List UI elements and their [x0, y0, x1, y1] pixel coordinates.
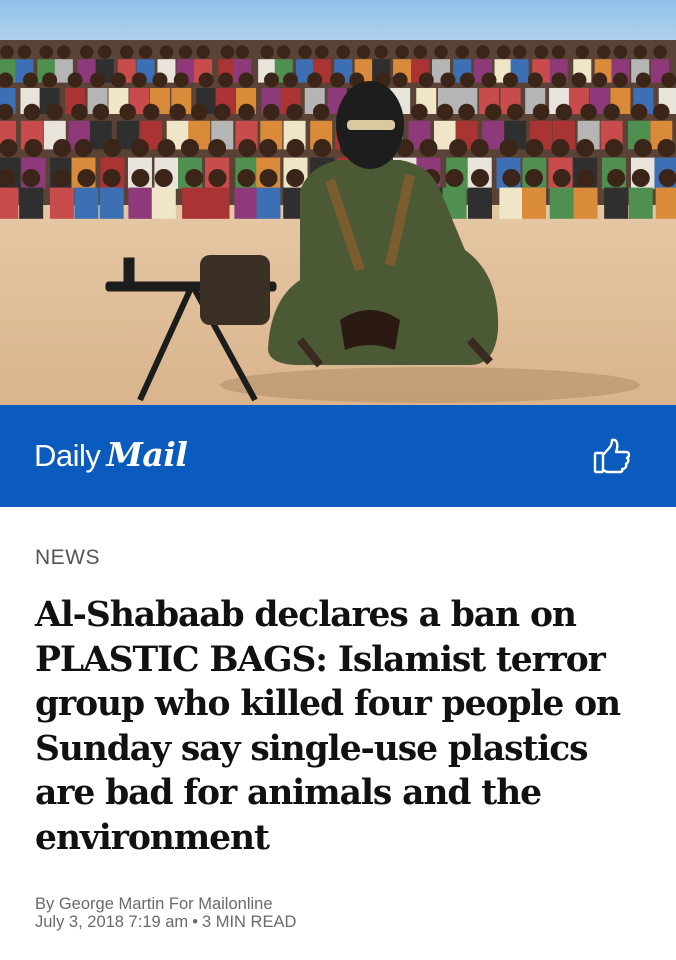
article-read-time: 3 MIN READ [201, 913, 297, 931]
meta-separator: • [192, 913, 198, 931]
thumbs-up-icon [593, 438, 631, 474]
logo-daily-text: Daily [34, 438, 101, 473]
daily-mail-logo[interactable]: Daily Mail [34, 435, 188, 479]
article-meta: July 3, 2018 7:19 am • 3 MIN READ [35, 913, 296, 932]
hero-photo [0, 0, 676, 405]
like-button[interactable] [588, 432, 636, 480]
section-label[interactable]: NEWS [35, 546, 100, 570]
brand-bar: Daily Mail [0, 405, 676, 507]
article-headline[interactable]: Al-Shabaab declares a ban on PLASTIC BAG… [35, 593, 655, 860]
logo-mail-text: Mail [106, 435, 188, 474]
article-byline: By George Martin For Mailonline [35, 895, 273, 913]
article-date: July 3, 2018 7:19 am [35, 913, 189, 931]
